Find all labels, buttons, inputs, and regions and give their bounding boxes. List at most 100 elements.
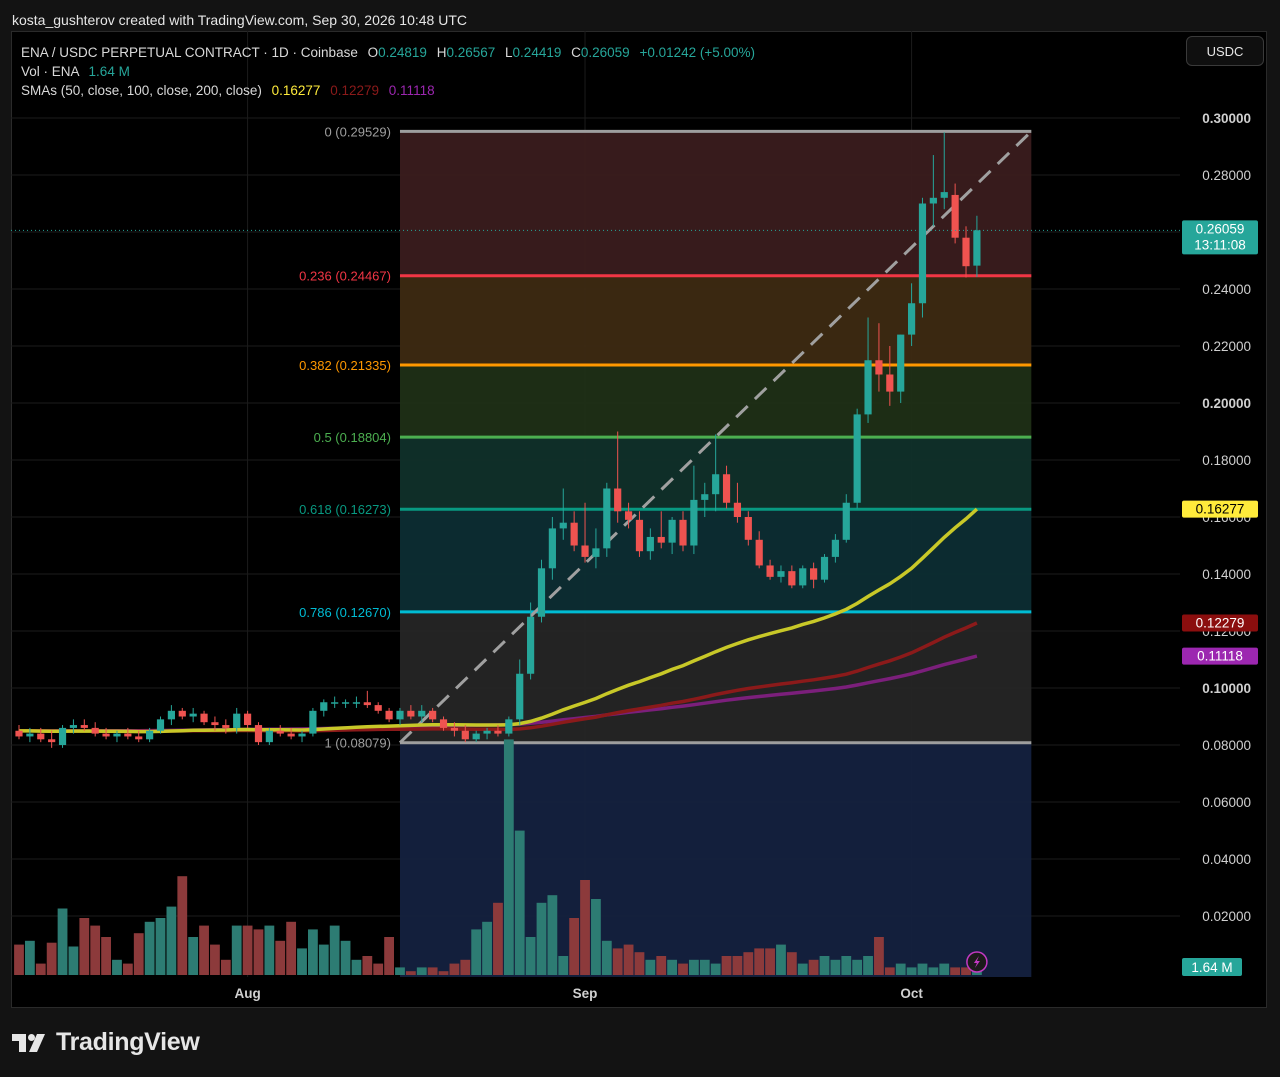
fib-zone	[399, 509, 1032, 612]
volume-bar	[24, 940, 35, 975]
volume-bar	[754, 948, 765, 975]
volume-bar	[721, 956, 732, 975]
volume-bar	[569, 918, 580, 975]
volume-bar	[340, 940, 351, 975]
open-label: O	[367, 45, 379, 60]
volume-bar	[525, 937, 536, 975]
candle-body	[766, 565, 774, 577]
volume-bar	[819, 956, 830, 975]
price-axis-tick: 0.30000	[1202, 111, 1251, 126]
candle-body	[886, 374, 894, 392]
price-axis-tick: 0.06000	[1202, 795, 1251, 810]
fib-zone	[399, 275, 1032, 365]
candle-body	[951, 194, 959, 238]
plot-area	[11, 31, 1180, 977]
volume-bar	[308, 929, 318, 975]
volume-bar	[220, 959, 231, 975]
fib-zone	[399, 364, 1032, 438]
volume-bar	[35, 963, 46, 975]
legend: ENA / USDC PERPETUAL CONTRACT · 1D · Coi…	[21, 43, 755, 100]
volume-bar	[286, 921, 297, 975]
price-axis-tick: 0.24000	[1202, 282, 1251, 297]
fib-zone	[399, 131, 1032, 276]
candle-body	[722, 474, 731, 503]
volume-bar	[612, 948, 623, 975]
sma50-badge-text: 0.16277	[1196, 502, 1245, 517]
price-axis-tick: 0.10000	[1202, 681, 1251, 696]
sma100-value: 0.12279	[330, 83, 380, 98]
volume-bar	[678, 963, 688, 975]
sma100-badge-text: 0.12279	[1196, 616, 1245, 631]
volume-bar	[765, 948, 775, 975]
volume-bar	[46, 942, 57, 975]
low-label: L	[505, 45, 513, 60]
volume-bar	[601, 940, 612, 975]
volume-bar	[482, 921, 492, 975]
candle-body	[48, 739, 56, 743]
volume-label[interactable]: Vol · ENA	[21, 64, 79, 79]
candle-body	[396, 710, 404, 720]
candle-body	[309, 710, 317, 734]
price-axis-tick: 0.20000	[1202, 396, 1251, 411]
candle-body	[635, 519, 644, 552]
volume-bar	[362, 956, 373, 975]
close-label: C	[571, 45, 581, 60]
volume-bar	[264, 925, 275, 975]
candle-body	[548, 528, 556, 569]
candle-body	[603, 488, 611, 549]
volume-bar	[68, 946, 79, 975]
candle-body	[842, 502, 850, 540]
candle-body	[146, 730, 154, 740]
volume-bar	[177, 876, 188, 975]
current-price-badge-text: 0.26059	[1196, 221, 1245, 236]
time-axis-label: Aug	[234, 986, 260, 1001]
volume-bar	[122, 963, 133, 975]
candle-body	[657, 536, 665, 543]
candle-body	[624, 511, 633, 520]
price-axis-tick: 0.28000	[1202, 168, 1251, 183]
change-value: +0.01242 (+5.00%)	[639, 45, 756, 60]
volume-bar	[950, 967, 961, 975]
fib-level-label: 0.618 (0.16273)	[299, 502, 391, 517]
candle-body	[69, 725, 78, 728]
candle-body	[200, 713, 208, 723]
candle-body	[418, 710, 426, 717]
symbol-title[interactable]: ENA / USDC PERPETUAL CONTRACT · 1D · Coi…	[21, 45, 358, 60]
sma200-badge-text: 0.11118	[1197, 649, 1243, 664]
sma-label[interactable]: SMAs (50, close, 100, close, 200, close)	[21, 83, 262, 98]
volume-bar	[863, 956, 873, 975]
candle-body	[341, 702, 350, 704]
volume-bar	[841, 956, 852, 975]
volume-bar	[329, 925, 340, 975]
volume-bar	[503, 739, 514, 975]
volume-bar	[231, 925, 242, 975]
candle-body	[668, 519, 676, 543]
high-label: H	[436, 45, 447, 60]
volume-bar	[318, 944, 329, 975]
legend-volume-row: Vol · ENA 1.64 M	[21, 62, 755, 81]
volume-bar	[906, 967, 917, 975]
fib-level-label: 0.236 (0.24467)	[299, 269, 391, 284]
price-axis-tick: 0.22000	[1202, 339, 1251, 354]
volume-bar	[112, 959, 122, 975]
volume-bar	[917, 963, 928, 975]
candle-body	[592, 548, 600, 557]
candle-body	[516, 673, 524, 720]
volume-bar	[786, 952, 797, 975]
price-chart[interactable]: 0 (0.29529) 0.236 (0.24467) 0.382 (0.21335…	[0, 0, 1280, 1077]
candle-body	[135, 736, 143, 740]
volume-bar	[416, 967, 427, 975]
brand-name: TradingView	[56, 1028, 200, 1056]
open-value: 0.24819	[378, 45, 427, 60]
candle-body	[875, 360, 883, 375]
volume-bar	[514, 830, 525, 975]
candle-body	[439, 719, 448, 728]
candle-body	[799, 568, 807, 586]
volume-bar	[634, 952, 645, 975]
candle-body	[690, 499, 698, 546]
quote-currency-button[interactable]: USDC	[1186, 36, 1264, 66]
volume-bar	[830, 959, 841, 975]
volume-bar	[645, 959, 656, 975]
candle-body	[777, 571, 785, 577]
volume-bar	[253, 929, 264, 975]
